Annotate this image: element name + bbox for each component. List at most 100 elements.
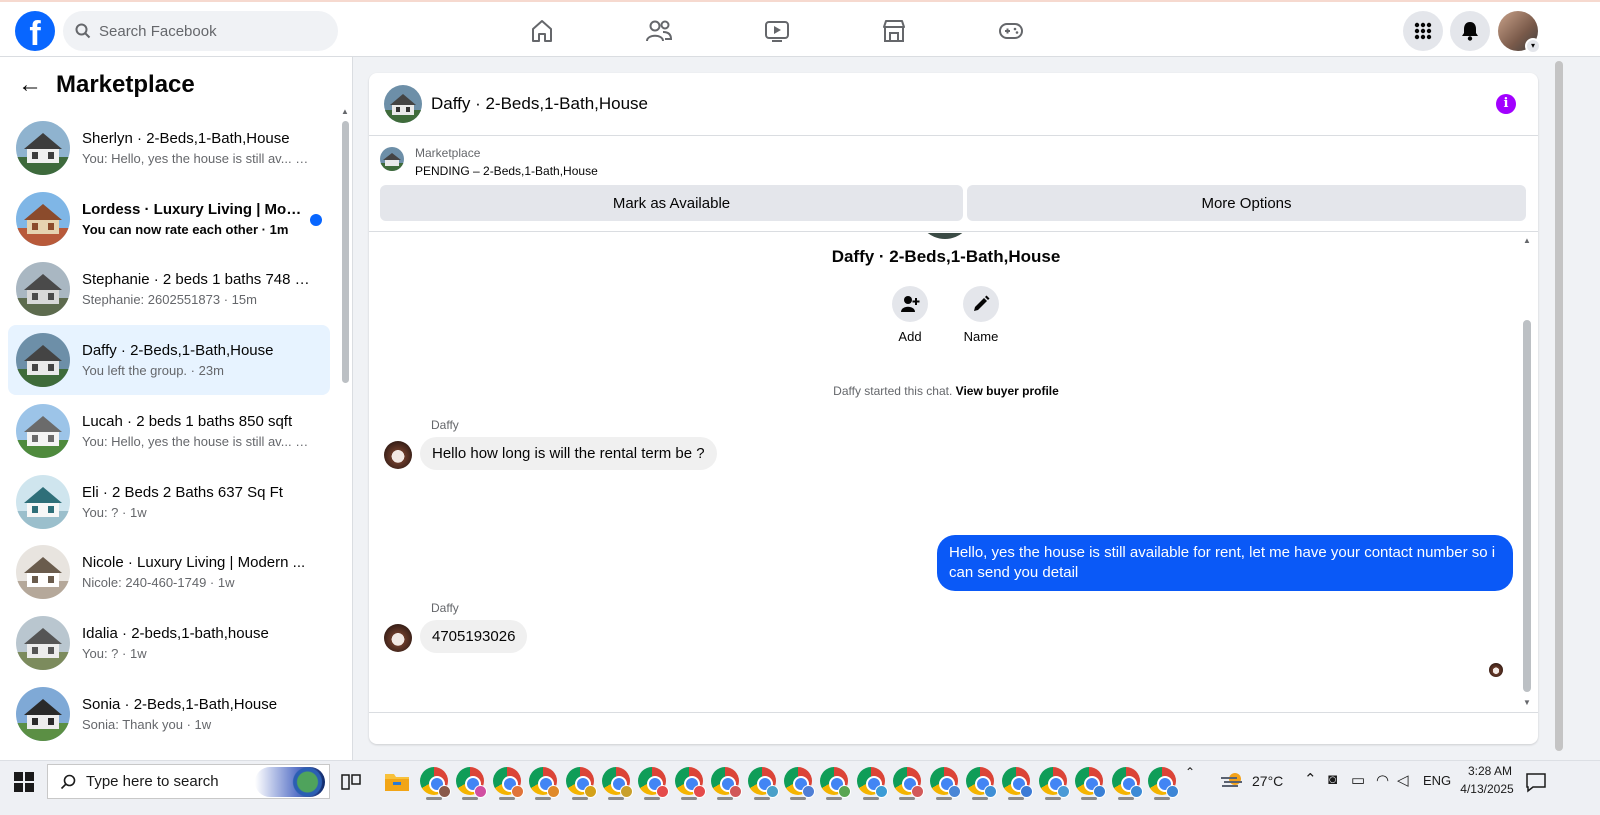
clock-time[interactable]: 3:28 AM — [1465, 764, 1515, 778]
chrome-browser-icon[interactable] — [602, 767, 633, 798]
conversation-preview-text: You: ? — [82, 504, 119, 520]
conversation-item[interactable]: Nicole · Luxury Living | Modern ... Nicol… — [8, 537, 330, 607]
chrome-browser-icon[interactable] — [420, 767, 451, 798]
notification-center-icon[interactable] — [1525, 771, 1547, 793]
input-language[interactable]: ENG — [1423, 773, 1451, 788]
video-nav-button[interactable] — [757, 14, 797, 48]
sidebar-scroll-thumb[interactable] — [342, 121, 349, 383]
conversation-item[interactable]: Lordess · Luxury Living | Mode... You can… — [8, 184, 330, 254]
running-app-indicator — [717, 797, 734, 800]
facebook-logo[interactable]: f — [15, 11, 55, 51]
sender-avatar[interactable] — [384, 624, 412, 652]
chrome-browser-icon[interactable] — [856, 767, 888, 798]
add-people-button[interactable]: Add — [880, 286, 940, 344]
info-icon[interactable]: i — [1496, 94, 1516, 114]
running-app-indicator — [426, 797, 442, 800]
windows-start-icon[interactable] — [14, 772, 34, 792]
menu-button[interactable] — [1403, 11, 1443, 51]
back-arrow-icon[interactable]: ← — [18, 71, 48, 99]
outgoing-message-bubble[interactable]: Hello, yes the house is still available … — [937, 535, 1513, 591]
clock-date[interactable]: 4/13/2025 — [1458, 782, 1516, 796]
incoming-message-bubble[interactable]: 4705193026 — [420, 620, 528, 653]
chrome-browser-icon[interactable] — [784, 767, 815, 798]
speaker-icon[interactable]: ◁ — [1397, 771, 1409, 789]
conversation-preview-text: You: Hello, yes the house is still av... — [82, 433, 292, 449]
menu-grid-icon — [1414, 22, 1432, 40]
chat-title: Daffy · 2-Beds,1-Bath,House — [431, 94, 649, 113]
friends-nav-button[interactable] — [639, 14, 679, 48]
sidebar-scrollbar[interactable]: ▲ ▼ — [340, 107, 350, 757]
chrome-profile-badge-icon — [1129, 785, 1143, 798]
chrome-browser-icon[interactable] — [966, 767, 997, 798]
name-chat-button[interactable]: Name — [951, 286, 1011, 344]
weather-icon[interactable] — [1220, 770, 1246, 792]
task-view-icon[interactable] — [340, 771, 362, 793]
weather-temperature[interactable]: 27°C — [1252, 773, 1283, 789]
wifi-icon[interactable]: ◠ — [1376, 771, 1389, 789]
chrome-browser-icon[interactable] — [638, 767, 670, 798]
chrome-browser-icon[interactable] — [1075, 767, 1107, 798]
chrome-browser-icon[interactable] — [1038, 767, 1070, 798]
chrome-browser-icon[interactable] — [929, 767, 961, 798]
listing-status[interactable]: PENDING – 2-Beds,1-Bath,House — [415, 164, 598, 178]
page-scrollbar[interactable] — [1552, 57, 1566, 760]
conversation-time: · 1m — [295, 151, 310, 166]
meet-now-icon[interactable]: ◙ — [1328, 771, 1337, 788]
sidebar-header: ← Marketplace — [18, 71, 195, 99]
conversation-item[interactable]: Eli · 2 Beds 2 Baths 637 Sq Ft You: ? · 1… — [8, 467, 330, 537]
search-facebook-field[interactable]: Search Facebook — [63, 11, 338, 51]
chrome-browser-icon[interactable] — [820, 767, 852, 798]
running-app-indicator — [753, 797, 770, 800]
battery-icon[interactable]: ▭ — [1351, 771, 1365, 789]
chat-avatar[interactable] — [384, 85, 422, 123]
running-app-indicator — [535, 797, 552, 800]
conversation-item[interactable]: Sherlyn · 2-Beds,1-Bath,House You: Hello,… — [8, 113, 330, 183]
chrome-browser-icon[interactable] — [1148, 767, 1179, 798]
chrome-browser-icon[interactable] — [1002, 767, 1034, 798]
gaming-nav-button[interactable] — [991, 14, 1031, 48]
chrome-browser-icon[interactable] — [893, 767, 925, 798]
page-scroll-thumb[interactable] — [1555, 61, 1563, 751]
chat-scroll-thumb[interactable] — [1523, 320, 1531, 692]
show-hidden-icons-chevron-icon[interactable]: ⌃ — [1185, 765, 1195, 779]
incoming-message-bubble[interactable]: Hello how long is will the rental term b… — [420, 437, 717, 470]
chrome-browser-icon[interactable] — [529, 767, 561, 798]
running-app-indicator — [571, 797, 588, 800]
home-nav-button[interactable] — [522, 14, 562, 48]
chrome-browser-icon[interactable] — [1111, 767, 1143, 798]
chrome-browser-icon[interactable] — [492, 767, 524, 798]
more-options-button[interactable]: More Options — [967, 185, 1526, 221]
chrome-profile-badge-icon — [802, 785, 815, 798]
scroll-up-arrow-icon[interactable]: ▲ — [341, 107, 349, 116]
account-avatar[interactable]: ▾ — [1498, 11, 1541, 54]
conversation-item[interactable]: Lucah · 2 beds 1 baths 850 sqft You: Hell… — [8, 396, 330, 466]
chrome-browser-icon[interactable] — [674, 767, 706, 798]
taskbar-search-box[interactable]: Type here to search — [47, 764, 330, 799]
conversation-preview: Stephanie: 2602551873 · 15m — [82, 292, 310, 307]
conversation-item[interactable]: Sonia · 2-Beds,1-Bath,House Sonia: Thank … — [8, 679, 330, 749]
chrome-browser-icon[interactable] — [565, 767, 597, 798]
chat-scrollbar[interactable]: ▲ ▼ — [1521, 236, 1533, 708]
started-text: Daffy started this chat. — [833, 384, 956, 398]
file-explorer-icon[interactable] — [383, 768, 411, 794]
listing-thumbnail[interactable] — [380, 147, 404, 171]
chrome-browser-icon[interactable] — [747, 767, 779, 798]
chat-scroll-down-icon[interactable]: ▼ — [1523, 698, 1531, 707]
notifications-button[interactable] — [1450, 11, 1490, 51]
add-person-icon — [901, 296, 920, 312]
conversation-item[interactable]: Idalia · 2-beds,1-bath,house You: ? · 1w — [8, 608, 330, 678]
chrome-browser-icon[interactable] — [711, 767, 743, 798]
view-buyer-profile-link[interactable]: View buyer profile — [956, 384, 1059, 398]
chrome-profile-badge-icon — [947, 785, 961, 798]
conversation-name: Daffy · 2-Beds,1-Bath,House — [82, 342, 274, 360]
mark-as-available-button[interactable]: Mark as Available — [380, 185, 963, 221]
conversation-item[interactable]: Stephanie · 2 beds 1 baths 748 s... Steph… — [8, 254, 330, 324]
chat-scroll-up-icon[interactable]: ▲ — [1523, 236, 1531, 245]
tray-up-arrow-icon[interactable]: ⌃ — [1304, 770, 1317, 788]
conversation-preview: You left the group. · 23m — [82, 363, 310, 378]
running-app-indicator — [790, 797, 806, 800]
chrome-browser-icon[interactable] — [456, 767, 488, 798]
conversation-item[interactable]: Daffy · 2-Beds,1-Bath,House You left the … — [8, 325, 330, 396]
marketplace-nav-button[interactable] — [874, 14, 914, 48]
sender-avatar[interactable] — [384, 441, 412, 469]
